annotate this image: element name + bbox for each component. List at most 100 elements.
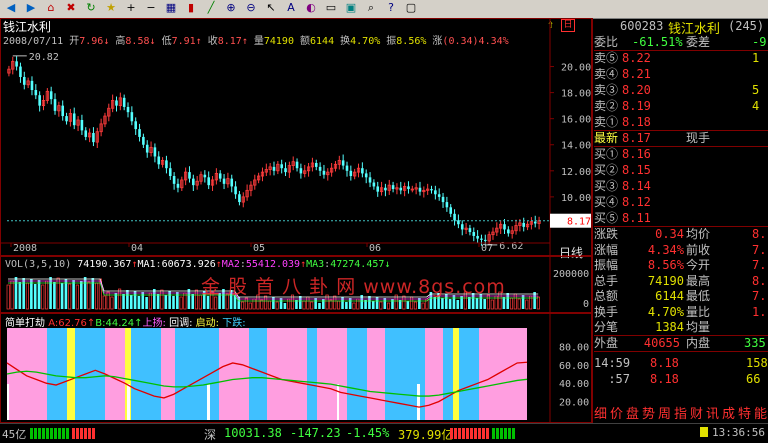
text-icon[interactable]: A xyxy=(284,1,298,15)
candle-body xyxy=(453,213,456,221)
vol-bar xyxy=(248,302,252,310)
quote-tab[interactable]: 指 xyxy=(674,403,687,422)
stop-icon[interactable]: ✖ xyxy=(64,1,78,15)
vol-bar xyxy=(37,280,41,309)
candle-body xyxy=(437,194,441,197)
vol-bar xyxy=(156,294,160,309)
vol-bar xyxy=(72,280,75,309)
candle-body xyxy=(49,91,53,100)
window-icon[interactable]: ▢ xyxy=(404,1,418,15)
candle-body xyxy=(192,178,195,186)
vol-bar xyxy=(102,295,106,310)
plus-icon[interactable]: + xyxy=(124,1,138,15)
zoom-in-icon[interactable]: ⊕ xyxy=(224,1,238,15)
vol-bar xyxy=(318,303,321,309)
vol-tick-label: 200000 xyxy=(553,269,589,280)
search-icon[interactable]: ⌕ xyxy=(364,1,378,15)
quote-tab[interactable]: 能 xyxy=(754,403,767,422)
candle-body xyxy=(157,156,161,165)
buy-price: 8.16 xyxy=(622,147,651,161)
index-amount: 379.99亿 xyxy=(398,428,454,442)
sell-row: 卖② 8.19 4 xyxy=(594,98,768,114)
quote-bottom-tabs: 细价盘势周指财讯成特能 xyxy=(594,402,768,422)
candle-body xyxy=(84,130,88,137)
quote-tab[interactable]: 讯 xyxy=(706,403,719,422)
status-time: 13:36:56 xyxy=(712,426,765,439)
quote-tab[interactable]: 势 xyxy=(642,403,655,422)
vol-bar xyxy=(517,298,521,310)
candle-body xyxy=(399,187,403,191)
quote-tab[interactable]: 成 xyxy=(722,403,735,422)
vol-bar xyxy=(176,292,179,309)
candle-icon[interactable]: ▮ xyxy=(184,1,198,15)
vol-bar xyxy=(506,293,510,309)
stat-label: 换手 xyxy=(594,304,619,319)
vol-bar xyxy=(456,300,460,309)
latest-label: 最新 xyxy=(594,131,619,145)
volume-panel[interactable]: VOL(3,5,10) 74190.367↑MA1:60673.926↑MA2:… xyxy=(0,256,592,313)
sell-label: 卖④ xyxy=(594,67,619,81)
indicator-chart[interactable]: 80.00 60.00 40.00 20.00 xyxy=(1,314,591,422)
help-icon[interactable]: ? xyxy=(384,1,398,15)
candle-body xyxy=(280,164,283,169)
candle-body xyxy=(172,176,176,184)
candle-body xyxy=(15,61,18,67)
quote-tab[interactable]: 周 xyxy=(658,403,671,422)
sell-row: 卖④ 8.21 xyxy=(594,66,768,82)
ind-gap xyxy=(417,384,420,420)
candle-body xyxy=(299,168,303,174)
candle-body xyxy=(34,90,38,96)
quote-tab[interactable]: 特 xyxy=(738,403,751,422)
vol-bar xyxy=(83,277,87,309)
ind-stripe xyxy=(161,328,175,420)
forward-icon[interactable]: ▶ xyxy=(24,1,38,15)
candle-body xyxy=(318,166,322,171)
price-chart[interactable]: 20.0018.0016.0014.0012.0010.008.008.1720… xyxy=(1,19,591,255)
watermark: 金 股 首 八 卦 网 www.8gs.com xyxy=(201,276,506,298)
vol-tick-label: 0 xyxy=(583,299,589,310)
ind-stripe xyxy=(7,328,47,420)
y-tick-label: 18.00 xyxy=(561,89,591,100)
vol-bar xyxy=(421,302,425,310)
buy-label: 买⑤ xyxy=(594,211,619,225)
sell-label: 卖① xyxy=(594,115,619,129)
buy-row: 买③ 8.14 xyxy=(594,178,768,194)
line-icon[interactable]: ╱ xyxy=(204,1,218,15)
indicator-panel[interactable]: 简单打劫 A:62.76↑B:44.24↑上扬: 回调: 启动: 下跌: 80.… xyxy=(0,313,592,423)
vol-bar xyxy=(41,284,45,310)
stat-value-2: 7. xyxy=(752,242,767,257)
ind-stripe xyxy=(307,328,317,420)
x-tick-label: 05 xyxy=(253,243,265,254)
candle-body xyxy=(38,95,41,106)
minus-icon[interactable]: − xyxy=(144,1,158,15)
home-icon[interactable]: ⌂ xyxy=(44,1,58,15)
quote-tab[interactable]: 财 xyxy=(690,403,703,422)
stat-value-2: 7. xyxy=(752,289,767,303)
candle-body xyxy=(418,187,422,192)
select-icon[interactable]: ↖ xyxy=(264,1,278,15)
back-icon[interactable]: ◀ xyxy=(4,1,18,15)
quote-tab[interactable]: 细 xyxy=(594,403,607,422)
grid-icon[interactable]: ▦ xyxy=(164,1,178,15)
favorite-icon[interactable]: ★ xyxy=(104,1,118,15)
quote-tab[interactable]: 盘 xyxy=(626,403,639,422)
image-icon[interactable]: ▣ xyxy=(344,1,358,15)
candle-body xyxy=(176,183,180,188)
stat-label-2: 前收 xyxy=(686,242,711,257)
ind-stripe xyxy=(425,328,443,420)
refresh-icon[interactable]: ↻ xyxy=(84,1,98,15)
vol-bar xyxy=(413,301,417,310)
ind-stripe xyxy=(459,328,479,420)
zoom-out-icon[interactable]: ⊖ xyxy=(244,1,258,15)
color-icon[interactable]: ◐ xyxy=(304,1,318,15)
sell-price: 8.21 xyxy=(622,67,651,81)
price-chart-panel[interactable]: 钱江水利 2008/07/11 开7.96↓ 高8.58↓ 低7.91↑ 收8.… xyxy=(0,17,592,260)
candle-body xyxy=(138,129,141,137)
wei-cha-label: 委差 xyxy=(686,35,711,49)
quote-tab[interactable]: 价 xyxy=(610,403,623,422)
ind-tick-label: 60.00 xyxy=(559,361,589,372)
vol-bar xyxy=(122,294,125,309)
candle-body xyxy=(115,100,118,106)
page-icon[interactable]: ▭ xyxy=(324,1,338,15)
latest-value: 8.17 xyxy=(622,131,651,145)
